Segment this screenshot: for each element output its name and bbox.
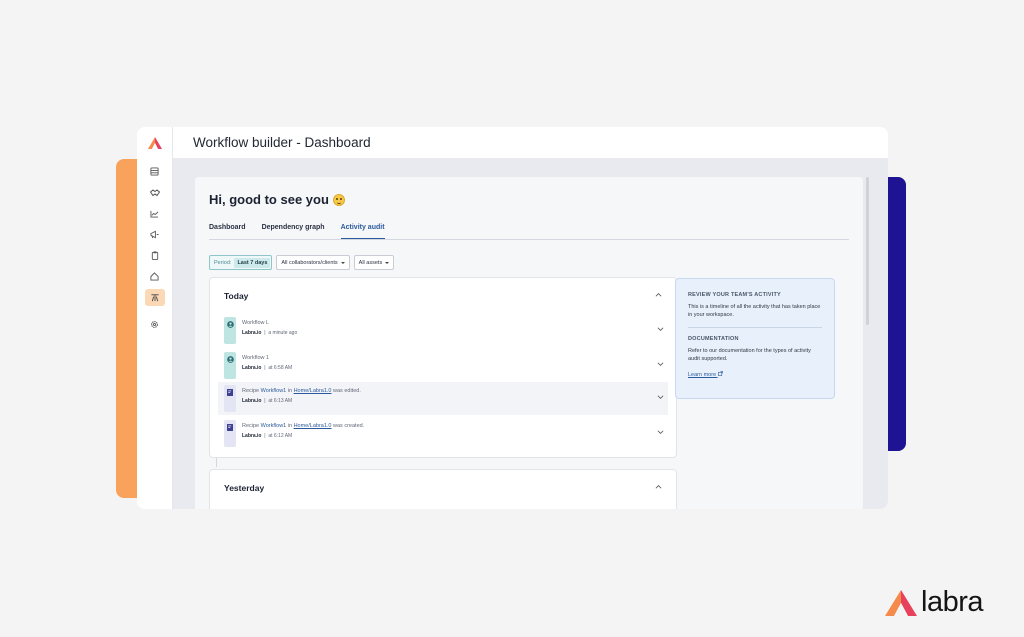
chevron-down-icon[interactable] — [657, 362, 664, 367]
yesterday-section: Yesterday — [209, 469, 677, 509]
assets-dropdown[interactable]: All assets — [353, 255, 395, 270]
chevron-up-icon[interactable] — [655, 292, 662, 297]
sidebar-item-workflows[interactable] — [144, 289, 165, 306]
period-value: Last 7 days — [234, 257, 271, 268]
sidebar-item-settings[interactable] — [145, 316, 165, 333]
chevron-down-icon[interactable] — [657, 430, 664, 435]
event-meta: Labra.io | a minute ago — [242, 330, 298, 336]
activity-item[interactable]: Recipe Workflow1 in Home/Labra1.0 was cr… — [218, 417, 668, 450]
smile-emoji-icon — [332, 193, 345, 206]
activity-item[interactable]: Recipe Workflow1 in Home/Labra1.0 was ed… — [218, 382, 668, 415]
info-text: This is a timeline of all the activity t… — [688, 304, 821, 318]
brand-name: labra — [921, 586, 984, 618]
labra-logo-icon — [147, 137, 162, 149]
app-logo[interactable] — [137, 127, 172, 159]
handshake-icon — [149, 188, 160, 196]
user-badge — [224, 317, 236, 344]
home-icon — [150, 272, 159, 281]
page-title: Workflow builder - Dashboard — [193, 135, 371, 150]
event-meta: Labra.io | at 6:12 AM — [242, 433, 293, 439]
external-link-icon — [717, 371, 723, 376]
workflow-icon — [150, 294, 159, 302]
labra-logo-icon — [885, 589, 917, 616]
event-meta: Labra.io | at 6:13 AM — [242, 398, 293, 404]
app-window: Workflow builder - Dashboard Hi, good to… — [137, 127, 888, 509]
scrollbar[interactable] — [866, 177, 869, 325]
tab-activity-audit[interactable]: Activity audit — [340, 224, 385, 239]
main-area: Hi, good to see you Dashboard Dependency… — [173, 159, 888, 509]
event-name: Workflow L — [242, 320, 270, 326]
period-label: Period: — [214, 259, 232, 266]
chart-icon — [150, 210, 159, 218]
chevron-down-icon[interactable] — [657, 395, 664, 400]
sidebar — [137, 127, 173, 509]
caret-down-icon — [385, 261, 390, 264]
event-description: Recipe Workflow1 in Home/Labra1.0 was ed… — [242, 388, 361, 394]
sidebar-item-analytics[interactable] — [145, 205, 165, 222]
recipe-icon — [227, 424, 233, 431]
filter-bar: Period: Last 7 days All collaborators/cl… — [209, 255, 395, 270]
divider — [688, 327, 822, 328]
activity-item[interactable]: Workflow 1 Labra.io | at 6:58 AM — [218, 349, 668, 382]
chevron-up-icon[interactable] — [655, 484, 662, 489]
activity-item[interactable]: Workflow L Labra.io | a minute ago — [218, 314, 668, 347]
assets-label: All assets — [358, 259, 383, 266]
megaphone-icon — [150, 230, 159, 239]
learn-more-link[interactable]: Learn more — [688, 371, 723, 378]
collaborators-dropdown[interactable]: All collaborators/clients — [276, 255, 350, 270]
recipe-badge — [224, 420, 236, 447]
sidebar-item-home[interactable] — [145, 268, 165, 285]
sidebar-item-database[interactable] — [145, 163, 165, 180]
gear-icon — [151, 321, 158, 328]
path-link[interactable]: Home/Labra1.0 — [294, 388, 332, 394]
documentation-heading: DOCUMENTATION — [688, 336, 739, 342]
documentation-text: Refer to our documentation for the types… — [688, 348, 811, 362]
database-icon — [150, 167, 159, 176]
sidebar-item-deals[interactable] — [145, 184, 165, 201]
tab-bar: Dashboard Dependency graph Activity audi… — [209, 224, 849, 240]
brand-logo: labra — [885, 586, 984, 619]
sidebar-item-tasks[interactable] — [145, 247, 165, 264]
collaborators-label: All collaborators/clients — [281, 259, 338, 266]
period-filter[interactable]: Period: Last 7 days — [209, 255, 273, 270]
user-badge — [224, 352, 236, 379]
info-panel: REVIEW YOUR TEAM'S ACTIVITY This is a ti… — [675, 278, 835, 399]
greeting: Hi, good to see you — [209, 192, 345, 207]
clipboard-icon — [151, 251, 158, 260]
tab-dashboard[interactable]: Dashboard — [209, 224, 246, 239]
event-meta: Labra.io | at 6:58 AM — [242, 365, 293, 371]
tab-dependency-graph[interactable]: Dependency graph — [262, 224, 325, 239]
event-name: Workflow 1 — [242, 355, 270, 361]
chevron-down-icon[interactable] — [657, 327, 664, 332]
title-bar: Workflow builder - Dashboard — [173, 127, 888, 159]
event-description: Recipe Workflow1 in Home/Labra1.0 was cr… — [242, 423, 365, 429]
recipe-badge — [224, 385, 236, 412]
path-link[interactable]: Home/Labra1.0 — [294, 423, 332, 429]
greeting-text: Hi, good to see you — [209, 192, 329, 207]
today-section: Today Workflow L Labra.io | a minute ago… — [209, 277, 677, 458]
section-title: Today — [224, 291, 249, 301]
caret-down-icon — [340, 261, 345, 264]
info-heading: REVIEW YOUR TEAM'S ACTIVITY — [688, 292, 781, 298]
user-icon — [226, 356, 234, 363]
sidebar-item-marketing[interactable] — [145, 226, 165, 243]
content-panel: Hi, good to see you Dashboard Dependency… — [195, 177, 863, 509]
user-icon — [226, 321, 234, 328]
recipe-icon — [227, 389, 233, 396]
section-title: Yesterday — [224, 483, 265, 493]
